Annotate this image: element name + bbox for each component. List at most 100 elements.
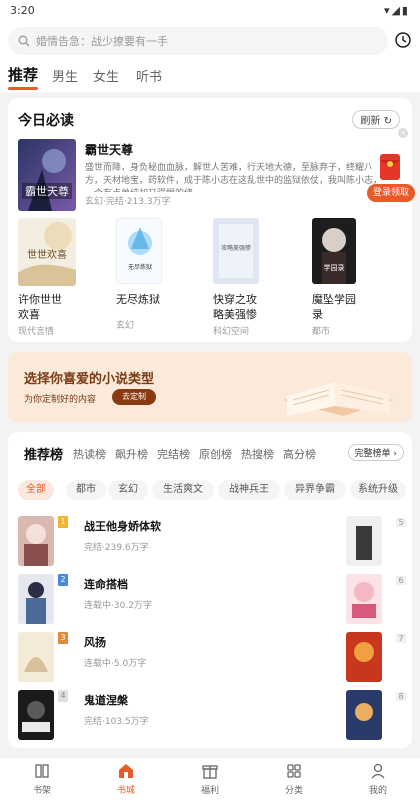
banner-subtitle: 为你定制好的内容 [24,395,97,405]
ranking-tab[interactable]: 飙升榜 [115,446,148,462]
rank-number: 8 [396,692,406,701]
book-cover-text: 学园录 [324,263,345,272]
category-chip[interactable]: 都市 [66,480,106,500]
rank-status: 完结 [84,717,103,727]
rank-cover[interactable] [18,632,54,682]
nav-label: 书城 [116,786,135,796]
rank-cover[interactable] [346,632,382,682]
customize-button[interactable]: 去定制 [112,389,156,405]
nav-label: 我的 [368,786,387,796]
book-cover-text: 无尽炼狱 [128,263,152,271]
book-title[interactable]: 许你世世 欢喜 [18,292,88,322]
nav-mine[interactable]: 我的 [348,762,408,796]
rank-badge: 1 [58,516,68,528]
red-envelope-icon [371,147,409,185]
rank-status: 连载中 [84,601,112,611]
full-ranking-button[interactable]: 完整榜单 › [347,444,404,461]
daily-title: 今日必读 [18,113,74,129]
rank-title[interactable]: 风扬 [84,634,106,650]
featured-status: 完结 [105,197,124,207]
rank-meta: 连载中·30.2万字 [84,598,152,611]
rank-cover[interactable] [18,690,54,740]
featured-cover[interactable]: 霸世天尊 [18,139,76,211]
rank-title[interactable]: 战王他身娇体软 [84,518,161,534]
nav-label: 分类 [284,786,303,796]
book-cover-text: 攻略美强惨 [221,244,251,252]
grid-icon [287,764,301,778]
banner-title: 选择你喜爱的小说类型 [24,372,155,387]
open-book-illustration [283,382,393,416]
category-chip[interactable]: 异界争霸 [284,480,346,500]
rank-number: 6 [396,576,406,585]
book-cover[interactable]: 世世欢喜 [18,218,76,286]
book-tag: 玄幻 [116,321,135,331]
bottom-navigation: 书架 书城 福利 分类 我的 [0,757,420,800]
book-title[interactable]: 魔坠学园 录 [312,292,382,322]
bookstore-icon [119,764,133,778]
category-chip[interactable]: 系统升级 [350,480,406,500]
daily-must-read-card: 今日必读 刷新 ↻ 霸世天尊 霸世天尊 盛世而降，身负秘血血脉，解世人苦难，行天… [8,98,412,342]
status-bar: 3:20 ▾◢▮ [0,0,420,22]
ranking-tab[interactable]: 热搜榜 [241,446,274,462]
history-clock-icon[interactable] [394,31,412,49]
book-tag: 都市 [312,327,331,337]
category-chip[interactable]: 全部 [18,480,54,500]
category-chip[interactable]: 生活爽文 [152,480,214,500]
refresh-icon: ↻ [383,116,392,127]
rank-cover[interactable] [346,690,382,740]
rank-status: 完结 [84,543,103,553]
refresh-label: 刷新 [360,116,381,127]
tab-audiobook[interactable]: 听书 [136,66,162,85]
rank-cover[interactable] [18,516,54,566]
book-cover[interactable]: 无尽炼狱 [116,218,162,284]
rank-meta: 连载中·5.0万字 [84,656,146,669]
featured-meta: 玄幻·完结·213.3万字 [85,194,171,207]
ranking-tab[interactable]: 高分榜 [283,446,316,462]
rank-badge: 4 [58,690,68,702]
login-reward-float[interactable]: 登录领取 [365,146,415,204]
tab-female[interactable]: 女生 [93,66,119,85]
ranking-tab[interactable]: 热读榜 [73,446,106,462]
rank-status: 连载中 [84,659,112,669]
bookshelf-icon [35,764,49,778]
featured-cover-text: 霸世天尊 [25,184,69,198]
refresh-button[interactable]: 刷新 ↻ [352,110,400,129]
nav-welfare[interactable]: 福利 [180,762,240,796]
search-bar[interactable]: 婚情告急：战少撩要有一手 [8,27,388,55]
featured-title[interactable]: 霸世天尊 [85,141,133,158]
nav-bookstore[interactable]: 书城 [96,762,156,796]
rank-number: 7 [396,634,406,643]
tab-male[interactable]: 男生 [52,66,78,85]
category-chip[interactable]: 战神兵王 [218,480,280,500]
nav-label: 福利 [200,786,219,796]
person-icon [371,763,385,779]
close-icon[interactable]: × [398,128,408,138]
search-placeholder: 婚情告急：战少撩要有一手 [36,35,168,48]
nav-label: 书架 [32,786,51,796]
gift-icon [202,765,218,779]
rank-cover[interactable] [346,516,382,566]
category-chip[interactable]: 玄幻 [108,480,148,500]
book-title[interactable]: 无尽炼狱 [116,292,186,307]
ranking-tab[interactable]: 完结榜 [157,446,190,462]
rank-title[interactable]: 连命搭档 [84,576,128,592]
rank-badge: 2 [58,574,68,586]
rank-cover[interactable] [346,574,382,624]
book-cover[interactable]: 学园录 [312,218,356,284]
featured-words: 213.3万字 [126,197,171,207]
rank-cover[interactable] [18,574,54,624]
rank-badge: 3 [58,632,68,644]
book-title[interactable]: 快穿之攻 略美强惨 [213,292,283,322]
genre-preference-banner[interactable]: 选择你喜爱的小说类型 为你定制好的内容 去定制 [8,352,412,422]
rank-title[interactable]: 鬼道涅槃 [84,692,128,708]
ranking-card: 推荐榜 热读榜 飙升榜 完结榜 原创榜 热搜榜 高分榜 完整榜单 › 全部 都市… [8,432,412,748]
ranking-tab[interactable]: 推荐榜 [24,444,63,463]
tab-recommend[interactable]: 推荐 [8,64,39,90]
rank-words: 103.5万字 [104,717,149,727]
nav-category[interactable]: 分类 [264,762,324,796]
status-icons: ▾◢▮ [383,4,410,17]
book-cover[interactable]: 攻略美强惨 [213,218,259,284]
rank-words: 5.0万字 [113,659,147,669]
ranking-tab[interactable]: 原创榜 [199,446,232,462]
nav-bookshelf[interactable]: 书架 [12,762,72,796]
